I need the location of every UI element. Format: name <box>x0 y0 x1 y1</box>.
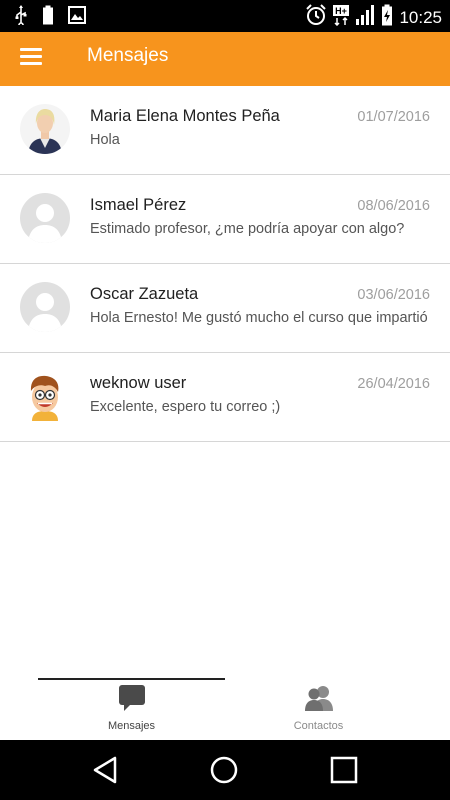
message-preview: Estimado profesor, ¿me podría apoyar con… <box>90 221 405 237</box>
message-item[interactable]: Oscar Zazueta 03/06/2016 Hola Ernesto! M… <box>0 264 450 353</box>
message-date: 03/06/2016 <box>357 287 430 303</box>
tab-contactos[interactable]: Contactos <box>206 676 431 740</box>
message-date: 08/06/2016 <box>357 198 430 214</box>
battery-charging-icon <box>381 4 393 31</box>
notification-icons <box>14 5 86 30</box>
cartoon-man-avatar <box>20 371 70 421</box>
contact-name: weknow user <box>90 374 187 392</box>
message-item[interactable]: Ismael Pérez 08/06/2016 Estimado profeso… <box>0 175 450 264</box>
tab-label: Contactos <box>293 720 344 732</box>
message-date: 26/04/2016 <box>357 376 430 392</box>
message-item[interactable]: weknow user 26/04/2016 Excelente, espero… <box>0 353 450 442</box>
contact-name: Ismael Pérez <box>90 196 187 214</box>
battery-full-icon <box>42 5 54 30</box>
chat-bubble-icon <box>117 683 147 718</box>
message-date: 01/07/2016 <box>357 109 430 125</box>
message-item[interactable]: Maria Elena Montes Peña 01/07/2016 Hola <box>0 86 450 175</box>
clock-time: 10:25 <box>399 7 442 27</box>
messages-list: Maria Elena Montes Peña 01/07/2016 Hola … <box>0 86 450 442</box>
system-navigation-bar <box>0 740 450 800</box>
status-bar: H+ 10:25 <box>0 0 450 32</box>
contact-name: Oscar Zazueta <box>90 285 199 303</box>
home-circle-icon[interactable] <box>208 754 240 786</box>
recents-square-icon[interactable] <box>328 754 360 786</box>
photo-woman-avatar <box>20 104 70 154</box>
contact-name: Maria Elena Montes Peña <box>90 107 280 125</box>
app-bar: Mensajes <box>0 32 450 86</box>
back-triangle-icon[interactable] <box>91 754 123 786</box>
image-icon <box>68 6 86 29</box>
hplus-signal-icon: H+ <box>333 4 350 31</box>
usb-icon <box>14 5 28 30</box>
contacts-icon <box>303 683 335 718</box>
bottom-tab-bar: Mensajes Contactos <box>0 676 450 740</box>
default-person-avatar <box>20 193 70 243</box>
svg-text:H+: H+ <box>336 6 348 16</box>
page-title: Mensajes <box>87 45 169 66</box>
message-preview: Excelente, espero tu correo ;) <box>90 399 281 415</box>
default-person-avatar <box>20 282 70 332</box>
system-status-icons: H+ 10:25 <box>305 4 442 31</box>
alarm-icon <box>305 4 327 31</box>
signal-bars-icon <box>355 5 375 30</box>
hamburger-menu-icon[interactable] <box>20 48 42 66</box>
message-preview: Hola Ernesto! Me gustó mucho el curso qu… <box>90 310 428 326</box>
message-preview: Hola <box>90 132 120 148</box>
